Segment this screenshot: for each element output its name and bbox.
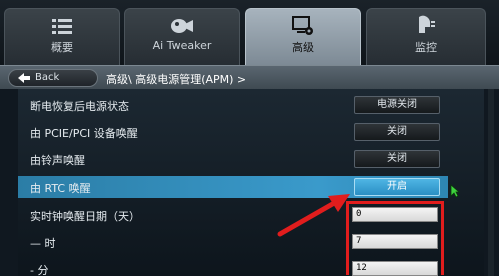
setting-value-button[interactable]: 开启 <box>354 178 440 196</box>
setting-value-button[interactable]: 关闭 <box>354 150 440 168</box>
top-tab-bar: 概要 Ai Tweaker 高级 监控 <box>0 0 499 65</box>
setting-label: 断电恢复后电源状态 <box>30 100 129 113</box>
setting-row-ac-power-loss[interactable]: 断电恢复后电源状态 电源关闭 <box>18 94 448 116</box>
back-button[interactable]: Back <box>8 69 98 87</box>
setting-value-button[interactable]: 关闭 <box>354 123 440 141</box>
annotation-arrow-icon <box>277 194 350 237</box>
tweaker-icon <box>171 19 193 33</box>
setting-value-button[interactable]: 电源关闭 <box>354 96 440 114</box>
setting-row-pcie-wake[interactable]: 由 PCIE/PCI 设备唤醒 关闭 <box>18 121 448 143</box>
tab-overview[interactable]: 概要 <box>4 8 120 65</box>
setting-label: 由 RTC 唤醒 <box>30 182 91 195</box>
tab-monitor[interactable]: 监控 <box>366 8 486 65</box>
scrollbar[interactable] <box>488 89 494 276</box>
setting-label: 由 PCIE/PCI 设备唤醒 <box>30 127 138 140</box>
setting-label: — 时 <box>30 237 56 250</box>
setting-label: 实时钟唤醒日期（天） <box>30 210 140 223</box>
tab-ai-tweaker[interactable]: Ai Tweaker <box>124 8 240 65</box>
tab-advanced[interactable]: 高级 <box>245 8 361 65</box>
setting-row-ring-wake[interactable]: 由铃声唤醒 关闭 <box>18 148 448 170</box>
setting-label: - 分 <box>30 264 49 276</box>
breadcrumb: Back 高级\ 高级电源管理(APM) > <box>0 65 499 89</box>
tab-advanced-label: 高级 <box>292 41 314 54</box>
monitor-icon <box>419 15 435 34</box>
annotation-highlight-box <box>346 201 444 275</box>
advanced-icon <box>292 16 313 35</box>
back-button-label: Back <box>35 72 60 83</box>
list-icon <box>52 19 72 34</box>
breadcrumb-path: 高级\ 高级电源管理(APM) > <box>106 73 247 86</box>
setting-label: 由铃声唤醒 <box>30 154 85 167</box>
mouse-cursor-icon <box>450 184 460 198</box>
tab-ai-tweaker-label: Ai Tweaker <box>152 39 212 52</box>
tab-monitor-label: 监控 <box>415 41 437 54</box>
back-arrow-icon <box>18 73 30 83</box>
setting-row-rtc-wake[interactable]: 由 RTC 唤醒 开启 <box>18 176 460 198</box>
tab-overview-label: 概要 <box>51 41 73 54</box>
